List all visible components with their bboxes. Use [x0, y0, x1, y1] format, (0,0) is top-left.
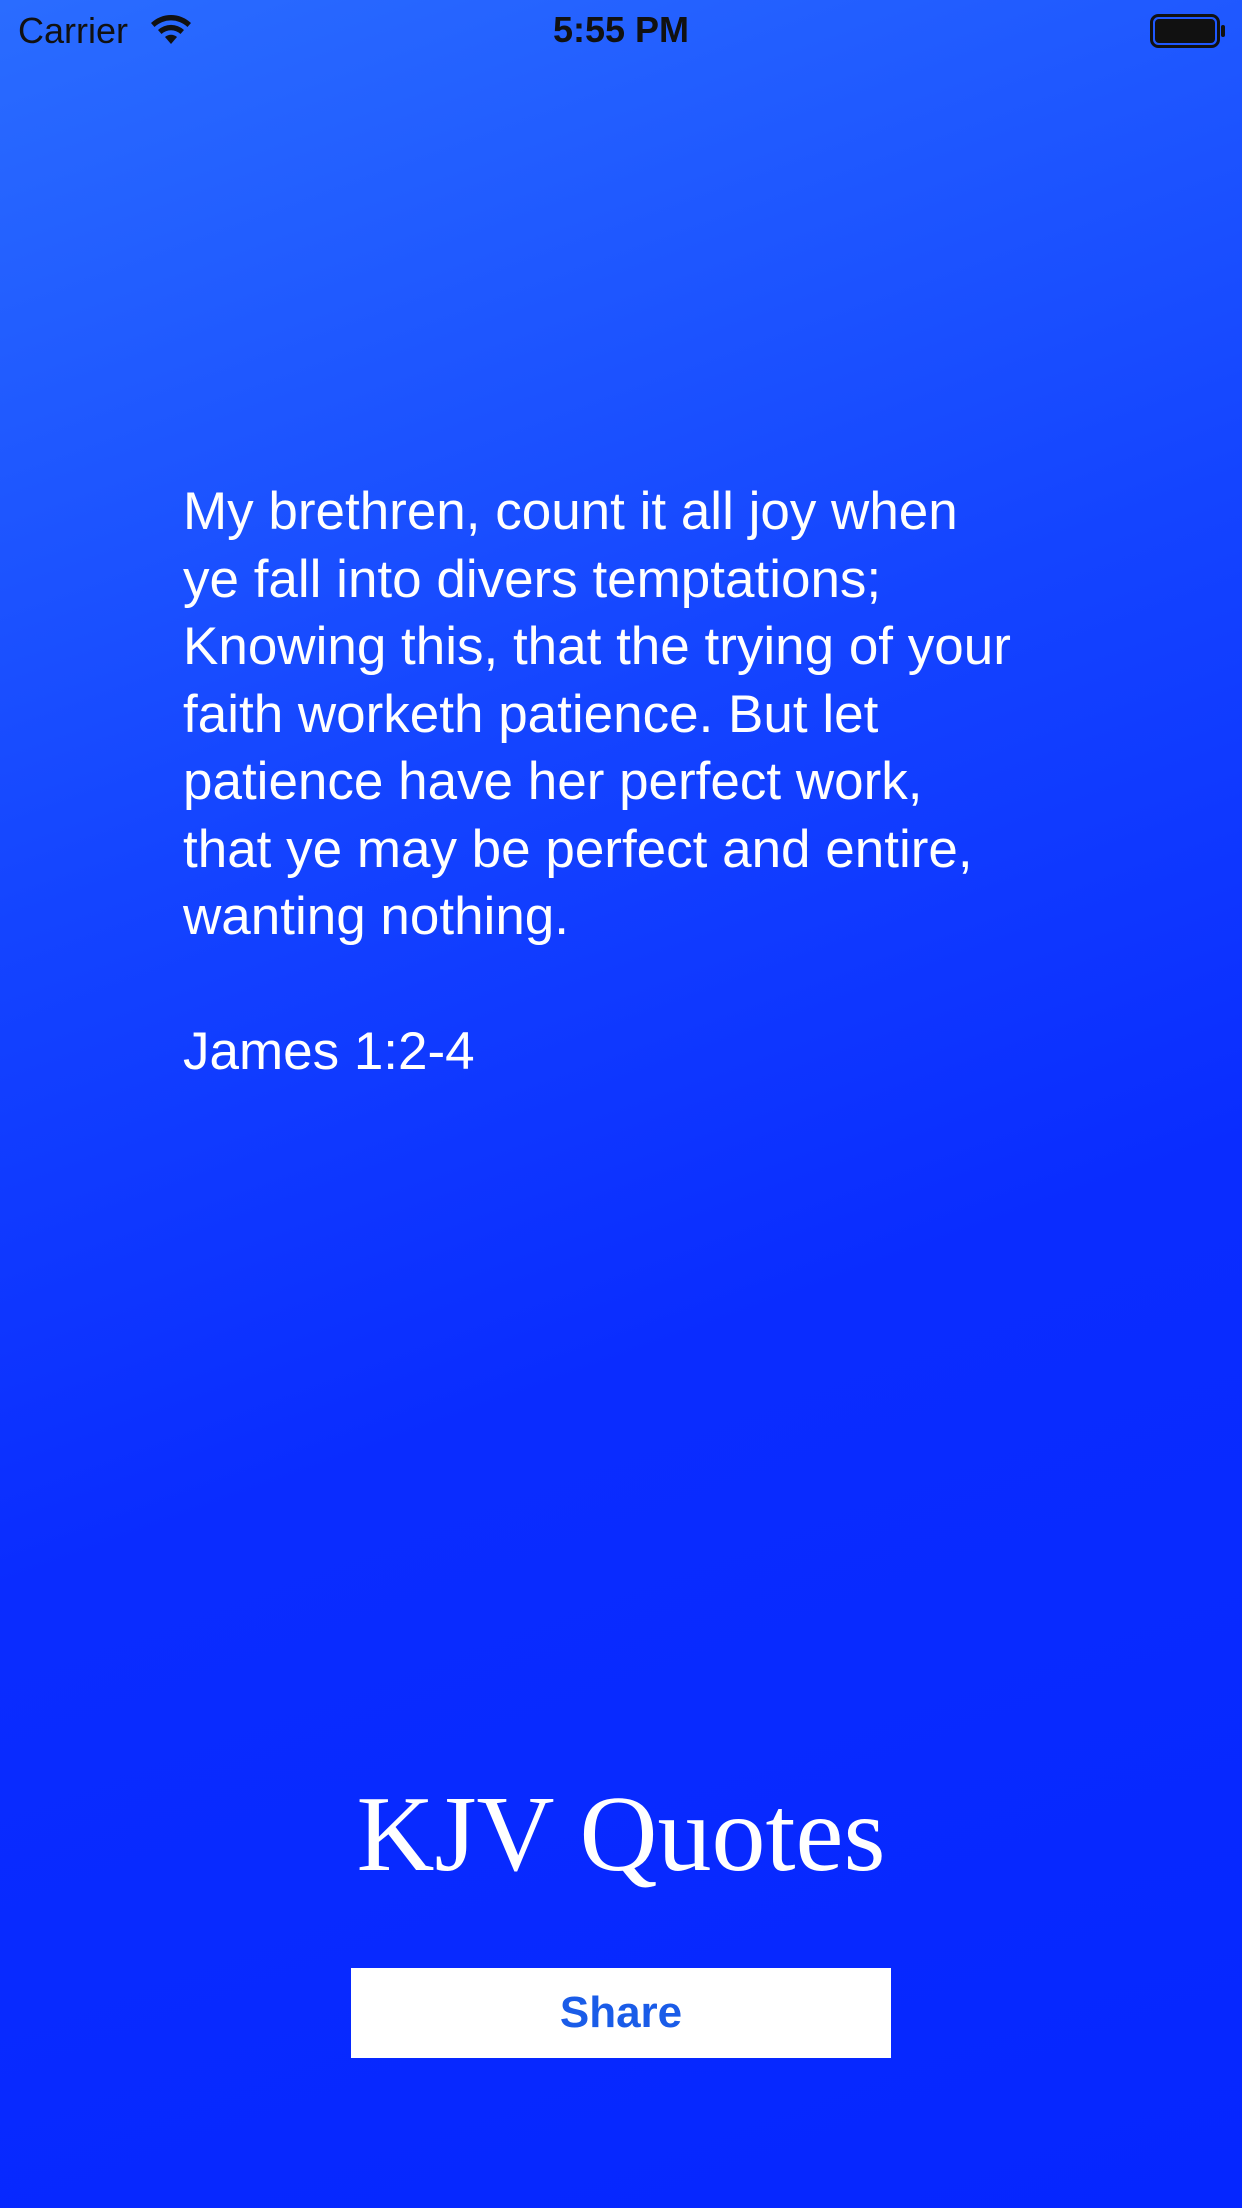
battery-icon — [1150, 14, 1225, 48]
quote-block: My brethren, count it all joy when ye fa… — [183, 478, 1083, 1085]
status-time: 5:55 PM — [552, 9, 690, 50]
status-bar: Carrier 5:55 PM — [0, 0, 1242, 62]
quote-text: My brethren, count it all joy when ye fa… — [183, 482, 1011, 946]
share-button[interactable]: Share — [351, 1968, 891, 2058]
quote-reference: James 1:2-4 — [183, 1021, 475, 1081]
app-title: KJV Quotes — [356, 1775, 886, 1894]
